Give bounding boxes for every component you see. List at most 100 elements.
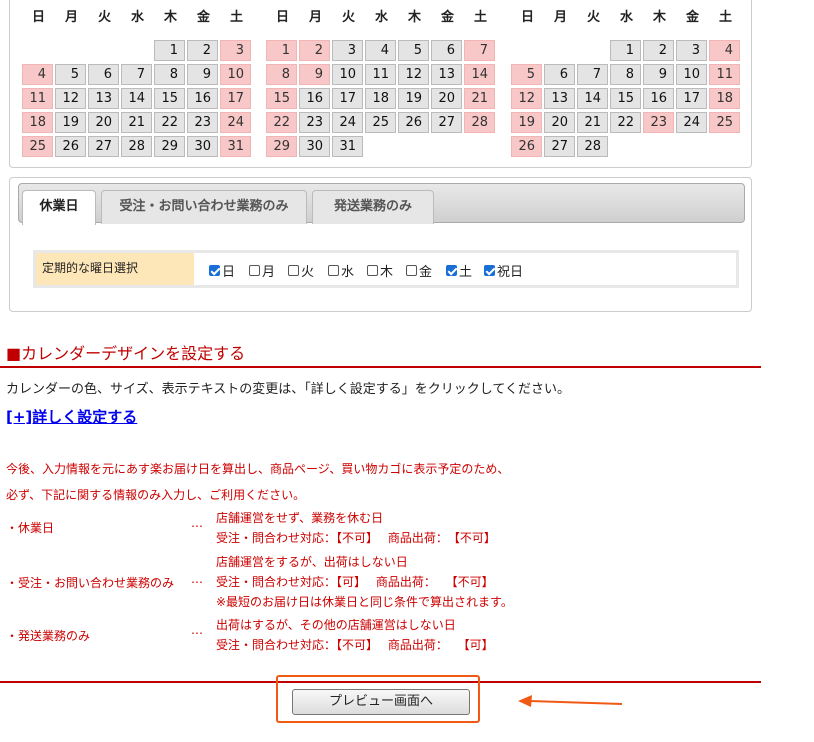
calendar-day[interactable]: 13 <box>544 88 575 109</box>
calendar-day[interactable]: 10 <box>676 64 707 85</box>
tab-shipping-only[interactable]: 発送業務のみ <box>312 190 434 224</box>
calendar-day[interactable]: 30 <box>299 136 330 157</box>
calendar-day[interactable]: 19 <box>398 88 429 109</box>
calendar-day[interactable]: 21 <box>121 112 152 133</box>
checkbox-checked-icon[interactable] <box>446 265 457 276</box>
calendar-day-closed[interactable]: 17 <box>220 88 251 109</box>
calendar-day[interactable]: 14 <box>577 88 608 109</box>
calendar-day-closed[interactable]: 15 <box>266 88 297 109</box>
calendar-day[interactable]: 2 <box>187 40 218 61</box>
calendar-day[interactable]: 8 <box>154 64 185 85</box>
calendar-day[interactable]: 26 <box>55 136 86 157</box>
calendar-day[interactable]: 30 <box>187 136 218 157</box>
calendar-day[interactable]: 8 <box>610 64 641 85</box>
checkbox-unchecked-icon[interactable] <box>328 265 339 276</box>
calendar-day[interactable]: 31 <box>332 136 363 157</box>
calendar-day-closed[interactable]: 22 <box>266 112 297 133</box>
calendar-day[interactable]: 29 <box>154 136 185 157</box>
calendar-day[interactable]: 16 <box>643 88 674 109</box>
detail-settings-link[interactable]: [+]詳しく設定する <box>6 406 137 427</box>
calendar-day-closed[interactable]: 14 <box>464 64 495 85</box>
calendar-day[interactable]: 26 <box>398 112 429 133</box>
calendar-day-closed[interactable]: 25 <box>709 112 740 133</box>
calendar-day[interactable]: 6 <box>544 64 575 85</box>
tab-orders-inquiries-only[interactable]: 受注・お問い合わせ業務のみ <box>101 190 307 224</box>
calendar-day[interactable]: 22 <box>610 112 641 133</box>
calendar-day[interactable]: 1 <box>154 40 185 61</box>
calendar-day[interactable]: 28 <box>121 136 152 157</box>
calendar-day-closed[interactable]: 11 <box>709 64 740 85</box>
calendar-day[interactable]: 27 <box>544 136 575 157</box>
calendar-day-closed[interactable]: 2 <box>299 40 330 61</box>
calendar-day[interactable]: 27 <box>431 112 462 133</box>
calendar-day-closed[interactable]: 9 <box>299 64 330 85</box>
calendar-day[interactable]: 10 <box>332 64 363 85</box>
calendar-day[interactable]: 7 <box>121 64 152 85</box>
calendar-day[interactable]: 12 <box>398 64 429 85</box>
calendar-day-closed[interactable]: 26 <box>511 136 542 157</box>
calendar-day-closed[interactable]: 23 <box>643 112 674 133</box>
calendar-day-closed[interactable]: 24 <box>220 112 251 133</box>
calendar-day-closed[interactable]: 7 <box>464 40 495 61</box>
calendar-day-closed[interactable]: 21 <box>464 88 495 109</box>
calendar-day[interactable]: 2 <box>643 40 674 61</box>
calendar-day[interactable]: 14 <box>121 88 152 109</box>
calendar-day[interactable]: 13 <box>431 64 462 85</box>
calendar-day[interactable]: 15 <box>154 88 185 109</box>
tab-closed-day[interactable]: 休業日 <box>22 190 96 225</box>
weekday-checkbox[interactable]: 木 <box>367 261 393 280</box>
weekday-checkbox[interactable]: 水 <box>328 261 354 280</box>
calendar-day-closed[interactable]: 18 <box>709 88 740 109</box>
calendar-day[interactable]: 3 <box>332 40 363 61</box>
calendar-day-closed[interactable]: 29 <box>266 136 297 157</box>
calendar-day-closed[interactable]: 4 <box>709 40 740 61</box>
calendar-day[interactable]: 18 <box>365 88 396 109</box>
calendar-day[interactable]: 16 <box>299 88 330 109</box>
weekday-checkbox[interactable]: 月 <box>249 261 275 280</box>
calendar-day[interactable]: 28 <box>577 136 608 157</box>
calendar-day[interactable]: 17 <box>676 88 707 109</box>
calendar-day[interactable]: 9 <box>643 64 674 85</box>
checkbox-unchecked-icon[interactable] <box>288 265 299 276</box>
weekday-checkbox[interactable]: 金 <box>406 261 432 280</box>
calendar-day-closed[interactable]: 8 <box>266 64 297 85</box>
calendar-day[interactable]: 27 <box>88 136 119 157</box>
calendar-day[interactable]: 23 <box>187 112 218 133</box>
calendar-day[interactable]: 11 <box>365 64 396 85</box>
checkbox-checked-icon[interactable] <box>209 265 220 276</box>
calendar-day[interactable]: 3 <box>676 40 707 61</box>
weekday-checkbox[interactable]: 土 <box>446 261 472 280</box>
calendar-day[interactable]: 5 <box>55 64 86 85</box>
weekday-checkbox[interactable]: 日 <box>209 261 235 280</box>
calendar-day[interactable]: 17 <box>332 88 363 109</box>
calendar-day-closed[interactable]: 19 <box>511 112 542 133</box>
calendar-day-closed[interactable]: 12 <box>511 88 542 109</box>
calendar-day[interactable]: 21 <box>577 112 608 133</box>
calendar-day[interactable]: 20 <box>88 112 119 133</box>
calendar-day[interactable]: 9 <box>187 64 218 85</box>
checkbox-unchecked-icon[interactable] <box>367 265 378 276</box>
checkbox-unchecked-icon[interactable] <box>406 265 417 276</box>
calendar-day[interactable]: 24 <box>676 112 707 133</box>
calendar-day[interactable]: 6 <box>88 64 119 85</box>
calendar-day[interactable]: 20 <box>431 88 462 109</box>
calendar-day-closed[interactable]: 1 <box>266 40 297 61</box>
calendar-day-closed[interactable]: 28 <box>464 112 495 133</box>
calendar-day-closed[interactable]: 18 <box>22 112 53 133</box>
calendar-day[interactable]: 16 <box>187 88 218 109</box>
calendar-day-closed[interactable]: 11 <box>22 88 53 109</box>
calendar-day-closed[interactable]: 3 <box>220 40 251 61</box>
calendar-day[interactable]: 23 <box>299 112 330 133</box>
weekday-checkbox[interactable]: 祝日 <box>484 261 523 280</box>
checkbox-unchecked-icon[interactable] <box>249 265 260 276</box>
calendar-day[interactable]: 1 <box>610 40 641 61</box>
preview-button[interactable]: プレビュー画面へ <box>292 689 470 715</box>
calendar-day[interactable]: 24 <box>332 112 363 133</box>
calendar-day-closed[interactable]: 25 <box>22 136 53 157</box>
calendar-day[interactable]: 4 <box>365 40 396 61</box>
calendar-day[interactable]: 7 <box>577 64 608 85</box>
calendar-day-closed[interactable]: 10 <box>220 64 251 85</box>
calendar-day[interactable]: 13 <box>88 88 119 109</box>
calendar-day[interactable]: 20 <box>544 112 575 133</box>
calendar-day-closed[interactable]: 5 <box>511 64 542 85</box>
